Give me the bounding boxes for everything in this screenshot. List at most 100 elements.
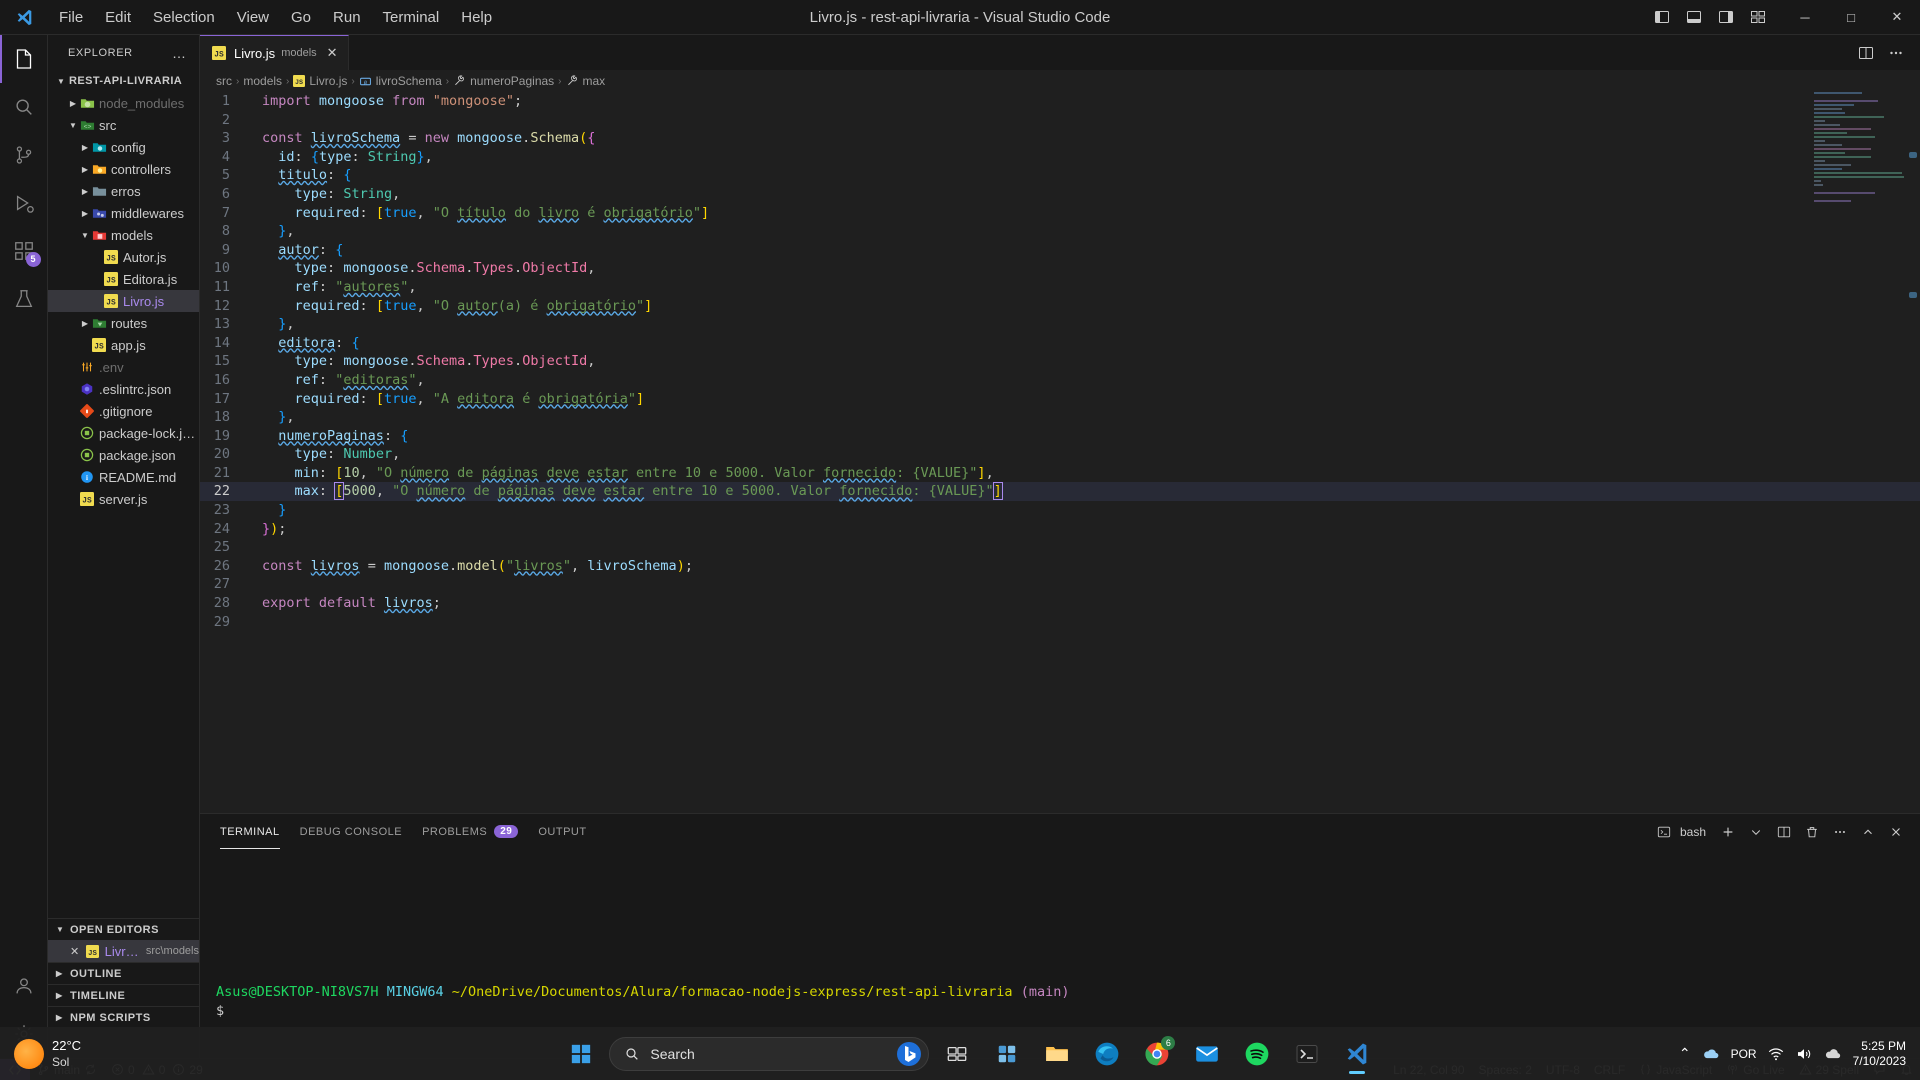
menu-terminal[interactable]: Terminal — [372, 5, 451, 30]
activity-run-debug[interactable] — [0, 179, 48, 227]
activity-accounts[interactable] — [0, 962, 48, 1010]
widgets-button[interactable] — [985, 1032, 1029, 1076]
tree-item-.eslintrc.json[interactable]: .eslintrc.json — [48, 378, 199, 400]
activity-extensions[interactable]: 5 — [0, 227, 48, 275]
tray-chevron-up-icon[interactable]: ⌃ — [1679, 1045, 1691, 1062]
tree-item-controllers[interactable]: ▶ controllers — [48, 158, 199, 180]
section-open-editors[interactable]: ▼ OPEN EDITORS — [48, 918, 199, 940]
bing-icon[interactable] — [896, 1041, 922, 1067]
panel-tab-problems[interactable]: PROBLEMS 29 — [422, 814, 519, 849]
terminal-input-line[interactable]: $ — [216, 1002, 1920, 1021]
window-close-button[interactable]: ✕ — [1874, 0, 1920, 35]
customize-layout-icon[interactable] — [1744, 4, 1772, 30]
breadcrumb-item-src[interactable]: src — [216, 74, 232, 88]
tree-root-rest-api-livraria[interactable]: ▼ REST-API-LIVRARIA — [48, 70, 199, 92]
breadcrumb-item-max[interactable]: max — [566, 74, 605, 88]
file-explorer-button[interactable] — [1035, 1032, 1079, 1076]
minimap[interactable] — [1814, 92, 1906, 277]
editor-tab-livro-js[interactable]: JS Livro.js models ✕ — [200, 35, 349, 70]
breadcrumb[interactable]: src › models › JS Livro.js › @ livroSche… — [200, 70, 1920, 92]
microsoft-edge-button[interactable] — [1085, 1032, 1129, 1076]
chevron-down-icon[interactable] — [1744, 820, 1768, 844]
breadcrumb-item-livroschema[interactable]: @ livroSchema — [359, 74, 442, 88]
weather-widget[interactable]: 22°C Sol — [0, 1038, 260, 1070]
open-editor-item[interactable]: ✕ JS Livro.js src\models — [48, 940, 199, 962]
onedrive-tray-icon[interactable] — [1823, 1044, 1843, 1064]
panel-tab-debug-console[interactable]: DEBUG CONSOLE — [300, 814, 402, 849]
panel-tab-terminal[interactable]: TERMINAL — [220, 814, 280, 849]
menu-edit[interactable]: Edit — [94, 5, 142, 30]
menu-run[interactable]: Run — [322, 5, 372, 30]
toggle-panel-icon[interactable] — [1680, 4, 1708, 30]
more-actions-icon[interactable] — [1882, 39, 1910, 67]
tree-item-models[interactable]: ▼ models — [48, 224, 199, 246]
activity-testing[interactable] — [0, 275, 48, 323]
tree-item-.gitignore[interactable]: .gitignore — [48, 400, 199, 422]
breadcrumb-item-models[interactable]: models — [243, 74, 282, 88]
toggle-secondary-sidebar-icon[interactable] — [1712, 4, 1740, 30]
menu-view[interactable]: View — [226, 5, 280, 30]
menu-help[interactable]: Help — [450, 5, 503, 30]
tree-item-Editora.js[interactable]: JS Editora.js — [48, 268, 199, 290]
wifi-icon[interactable] — [1767, 1045, 1785, 1063]
file-tree[interactable]: ▼ REST-API-LIVRARIA ▶ node_modules ▼ <> … — [48, 70, 199, 918]
google-chrome-button[interactable]: 6 — [1135, 1032, 1179, 1076]
activity-search[interactable] — [0, 83, 48, 131]
menu-file[interactable]: File — [48, 5, 94, 30]
section-timeline[interactable]: ▶ TIMELINE — [48, 984, 199, 1006]
tree-item-package.json[interactable]: package.json — [48, 444, 199, 466]
panel-tab-output[interactable]: OUTPUT — [538, 814, 586, 849]
search-input[interactable]: Search — [650, 1046, 886, 1062]
tree-item-routes[interactable]: ▶ routes — [48, 312, 199, 334]
scrollbar-decoration[interactable] — [1909, 292, 1917, 298]
new-terminal-icon[interactable] — [1716, 820, 1740, 844]
tree-item-erros[interactable]: ▶ erros — [48, 180, 199, 202]
section-outline[interactable]: ▶ OUTLINE — [48, 962, 199, 984]
menu-go[interactable]: Go — [280, 5, 322, 30]
breadcrumb-item-livro-js[interactable]: JS Livro.js — [293, 74, 347, 88]
more-actions-icon[interactable] — [1828, 820, 1852, 844]
code-content[interactable]: 1 import mongoose from "mongoose"; 2 3 con… — [200, 92, 1920, 631]
close-icon[interactable]: ✕ — [327, 45, 338, 61]
tree-item-README.md[interactable]: i README.md — [48, 466, 199, 488]
menu-selection[interactable]: Selection — [142, 5, 226, 30]
tree-item-Livro.js[interactable]: JS Livro.js — [48, 290, 199, 312]
tree-item-Autor.js[interactable]: JS Autor.js — [48, 246, 199, 268]
visual-studio-code-button[interactable] — [1335, 1032, 1379, 1076]
tree-item-middlewares[interactable]: ▶ middlewares — [48, 202, 199, 224]
kill-terminal-icon[interactable] — [1800, 820, 1824, 844]
task-view-button[interactable] — [935, 1032, 979, 1076]
split-terminal-icon[interactable] — [1772, 820, 1796, 844]
close-icon[interactable]: ✕ — [70, 945, 84, 958]
taskbar-clock[interactable]: 5:25 PM 7/10/2023 — [1853, 1039, 1910, 1069]
tree-item-.env[interactable]: .env — [48, 356, 199, 378]
code-editor[interactable]: 1 import mongoose from "mongoose"; 2 3 con… — [200, 92, 1920, 813]
tray-language[interactable]: POR — [1731, 1047, 1757, 1061]
tree-item-app.js[interactable]: JS app.js — [48, 334, 199, 356]
window-maximize-button[interactable]: □ — [1828, 0, 1874, 35]
tree-item-package-lock.json[interactable]: package-lock.json — [48, 422, 199, 444]
breadcrumb-item-numeropaginas[interactable]: numeroPaginas — [453, 74, 554, 88]
volume-icon[interactable] — [1795, 1045, 1813, 1063]
scrollbar-decoration[interactable] — [1909, 152, 1917, 158]
close-panel-icon[interactable] — [1884, 820, 1908, 844]
tree-item-src[interactable]: ▼ <> src — [48, 114, 199, 136]
toggle-primary-sidebar-icon[interactable] — [1648, 4, 1676, 30]
tree-item-server.js[interactable]: JS server.js — [48, 488, 199, 510]
activity-explorer[interactable] — [0, 35, 48, 83]
menu-bar[interactable]: File Edit Selection View Go Run Terminal… — [48, 5, 503, 30]
spotify-button[interactable] — [1235, 1032, 1279, 1076]
onedrive-icon[interactable] — [1701, 1044, 1721, 1064]
taskbar-search[interactable]: Search — [609, 1036, 930, 1071]
activity-source-control[interactable] — [0, 131, 48, 179]
section-npm-scripts[interactable]: ▶ NPM SCRIPTS — [48, 1006, 199, 1028]
split-editor-icon[interactable] — [1852, 39, 1880, 67]
start-button[interactable] — [559, 1032, 603, 1076]
explorer-more-actions-icon[interactable]: … — [166, 45, 193, 61]
tree-item-config[interactable]: ▶ config — [48, 136, 199, 158]
maximize-panel-icon[interactable] — [1856, 820, 1880, 844]
mail-button[interactable] — [1185, 1032, 1229, 1076]
window-minimize-button[interactable]: ─ — [1782, 0, 1828, 35]
terminal-button[interactable] — [1285, 1032, 1329, 1076]
tree-item-node_modules[interactable]: ▶ node_modules — [48, 92, 199, 114]
